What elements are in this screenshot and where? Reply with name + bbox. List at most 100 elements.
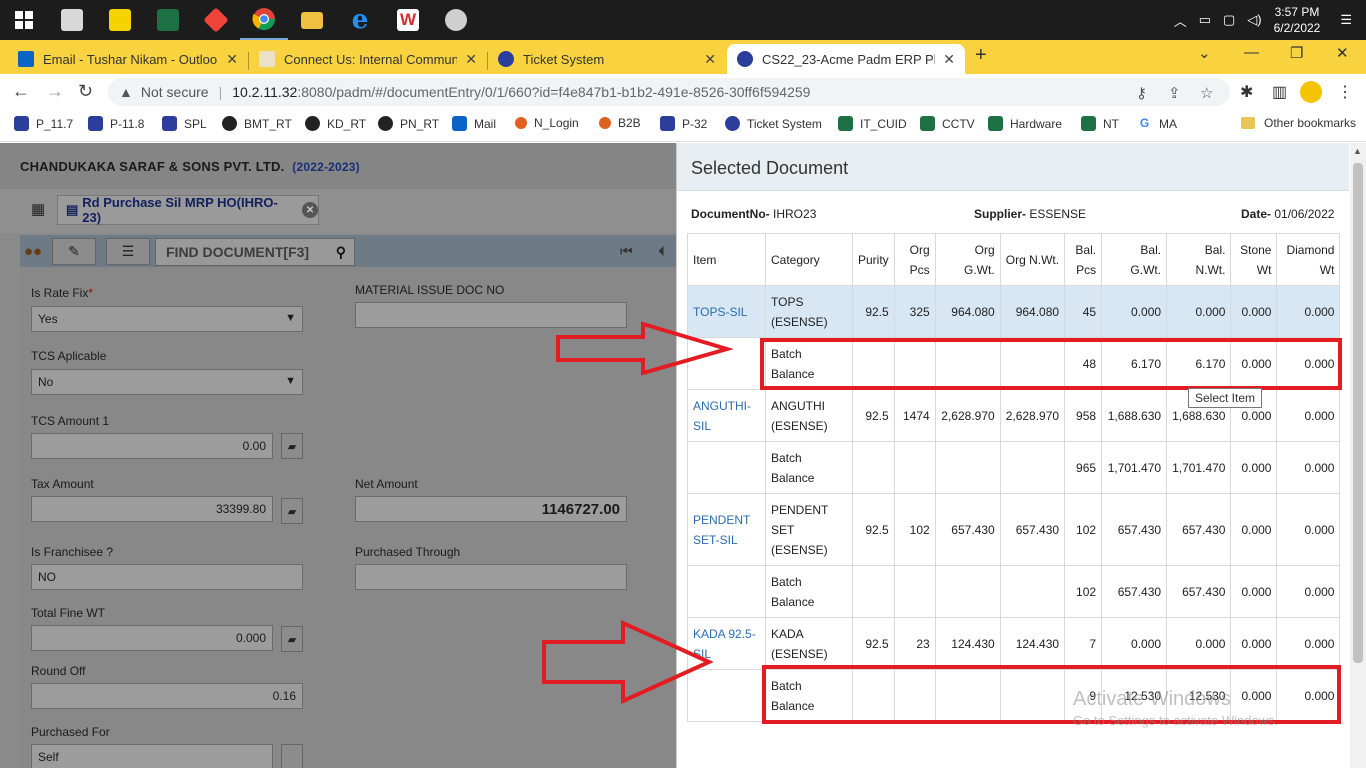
item-link[interactable]	[687, 337, 766, 390]
search-icon[interactable]: ⚲	[336, 244, 346, 261]
warning-icon: ▲	[119, 84, 133, 100]
tab-ticket-system[interactable]: Ticket System ✕	[488, 44, 726, 74]
clock[interactable]: 3:57 PM 6/2/2022	[1274, 4, 1321, 36]
modal-scrollbar[interactable]: ▲	[1350, 143, 1366, 768]
table-row[interactable]: PENDENT SET-SIL PENDENT SET (ESENSE) 92.…	[687, 493, 1341, 566]
item-link[interactable]: PENDENT SET-SIL	[687, 493, 766, 566]
is-rate-fix-select[interactable]: Yes ▼	[31, 306, 303, 332]
document-tab[interactable]: ▤ Rd Purchase Sil MRP HO(IHRO-23) ✕	[57, 195, 319, 225]
table-row[interactable]: Batch Balance 965 1,701.470 1,701.470 0.…	[687, 441, 1341, 494]
forward-arrow-icon[interactable]: →	[46, 81, 64, 102]
grid-menu-icon[interactable]: ▦	[31, 200, 45, 218]
taskbar-file-explorer[interactable]	[288, 0, 336, 40]
scrollbar-thumb[interactable]	[1353, 163, 1363, 663]
bookmark-ticket-system[interactable]: Ticket System	[725, 116, 822, 131]
item-link[interactable]	[687, 669, 766, 722]
close-icon[interactable]: ✕	[943, 51, 955, 68]
item-link[interactable]	[687, 565, 766, 618]
bookmark-mail[interactable]: Mail	[452, 116, 496, 131]
bookmark-p-11-7[interactable]: P_11.7	[14, 116, 73, 131]
tab-connect-us[interactable]: Connect Us: Internal Communica ✕	[249, 44, 487, 74]
taskbar-spreadsheet[interactable]	[144, 0, 192, 40]
tcs-amount-input[interactable]: 0.00	[31, 433, 273, 459]
purchased-through-input[interactable]	[355, 564, 627, 590]
bookmark-n-login[interactable]: N_Login	[515, 116, 579, 130]
side-panel-icon[interactable]: ▥	[1272, 82, 1287, 102]
first-record-icon[interactable]: ⏮	[620, 243, 633, 260]
close-icon[interactable]: ✕	[704, 51, 716, 68]
table-row[interactable]: KADA 92.5-SIL KADA (ESENSE) 92.5 23 124.…	[687, 617, 1341, 670]
folder-open-icon[interactable]: ▰	[281, 498, 303, 524]
taskbar-chrome[interactable]	[240, 0, 288, 40]
table-row[interactable]: Batch Balance 48 6.170 6.170 0.000 0.000	[687, 337, 1341, 390]
edit-button[interactable]: ✎	[52, 238, 96, 265]
close-icon[interactable]: ✕	[465, 51, 477, 68]
item-link[interactable]: TOPS-SIL	[687, 285, 766, 338]
net-amount-input[interactable]: 1146727.00	[355, 496, 627, 522]
close-icon[interactable]: ✕	[226, 51, 238, 68]
window-close-icon[interactable]: ✕	[1336, 44, 1349, 62]
address-bar[interactable]: ▲ Not secure | 10.2.11.32 :8080/padm/#/d…	[108, 78, 1230, 106]
table-row[interactable]: TOPS-SIL TOPS (ESENSE) 92.5 325 964.080 …	[687, 285, 1341, 338]
find-document-input[interactable]: FIND DOCUMENT[F3] ⚲	[155, 238, 355, 266]
folder-open-icon[interactable]	[281, 744, 303, 768]
close-icon[interactable]: ✕	[302, 202, 318, 218]
bookmark-ma[interactable]: G MA	[1137, 116, 1177, 131]
taskbar-webcam[interactable]	[432, 0, 480, 40]
item-link[interactable]	[687, 441, 766, 494]
bookmark-it-cuid[interactable]: IT_CUID	[838, 116, 907, 131]
back-arrow-icon[interactable]: ←	[12, 81, 30, 102]
display-icon[interactable]: ▢	[1223, 12, 1235, 28]
tab-erp[interactable]: CS22_23-Acme Padm ERP Platfor ✕	[727, 44, 965, 74]
scroll-up-icon[interactable]: ▲	[1353, 146, 1362, 156]
bookmark-cctv[interactable]: CCTV	[920, 116, 975, 131]
tcs-applicable-select[interactable]: No ▼	[31, 369, 303, 395]
bookmark-hardware[interactable]: Hardware	[988, 116, 1062, 131]
volume-icon[interactable]: ◁)	[1247, 12, 1261, 28]
minimize-icon[interactable]: —	[1244, 44, 1259, 61]
tab-search-icon[interactable]: ⌄	[1198, 44, 1211, 62]
bookmark-b2b[interactable]: B2B	[599, 116, 641, 130]
bookmark-p-11-8[interactable]: P-11.8	[88, 116, 144, 131]
extensions-icon[interactable]: ✱	[1240, 82, 1253, 102]
bookmark-kd-rt[interactable]: KD_RT	[305, 116, 366, 131]
reload-icon[interactable]: ↻	[78, 81, 93, 102]
share-icon[interactable]: ⇪	[1168, 84, 1181, 102]
previous-record-icon[interactable]: ⏴	[658, 243, 665, 260]
taskbar-printer-app[interactable]	[48, 0, 96, 40]
bookmark-bmt-rt[interactable]: BMT_RT	[222, 116, 292, 131]
table-row[interactable]: Batch Balance 102 657.430 657.430 0.000 …	[687, 565, 1341, 618]
folder-open-icon[interactable]: ▰	[281, 626, 303, 652]
tax-amount-input[interactable]: 33399.80	[31, 496, 273, 522]
profile-avatar[interactable]	[1300, 81, 1322, 103]
item-link[interactable]: KADA 92.5-SIL	[687, 617, 766, 670]
chevron-up-icon[interactable]: ︿	[1174, 11, 1187, 30]
taskbar-internet-explorer[interactable]: e	[336, 0, 384, 40]
menu-dots-icon[interactable]: ⋮	[1337, 82, 1353, 102]
bookmark-spl[interactable]: SPL	[162, 116, 207, 131]
key-icon[interactable]: ⚷	[1136, 84, 1147, 102]
round-off-input[interactable]: 0.16	[31, 683, 303, 709]
material-issue-input[interactable]	[355, 302, 627, 328]
folder-open-icon[interactable]: ▰	[281, 433, 303, 459]
tab-outlook[interactable]: Email - Tushar Nikam - Outlook ✕	[8, 44, 248, 74]
bookmark-p-32[interactable]: P-32	[660, 116, 707, 131]
notifications-icon[interactable]: ☰	[1340, 12, 1352, 28]
purchased-for-select[interactable]: Self	[31, 744, 273, 768]
star-icon[interactable]: ☆	[1200, 84, 1213, 102]
new-tab-button[interactable]: +	[975, 44, 987, 67]
users-icon[interactable]: ●●	[24, 243, 42, 260]
taskbar-anydesk[interactable]	[192, 0, 240, 40]
item-link[interactable]: ANGUTHI-SIL	[687, 389, 766, 442]
start-button[interactable]	[0, 0, 48, 40]
restore-icon[interactable]: ❐	[1290, 44, 1303, 62]
bookmark-pn-rt[interactable]: PN_RT	[378, 116, 439, 131]
bookmark-nt[interactable]: NT	[1081, 116, 1119, 131]
other-bookmarks[interactable]: Other bookmarks	[1241, 116, 1356, 130]
network-icon[interactable]: ▭	[1199, 12, 1211, 28]
taskbar-wps[interactable]: W	[384, 0, 432, 40]
total-fine-wt-input[interactable]: 0.000	[31, 625, 273, 651]
list-button[interactable]: ☰	[106, 238, 150, 265]
taskbar-sticky-notes[interactable]	[96, 0, 144, 40]
is-franchisee-input[interactable]: NO	[31, 564, 303, 590]
